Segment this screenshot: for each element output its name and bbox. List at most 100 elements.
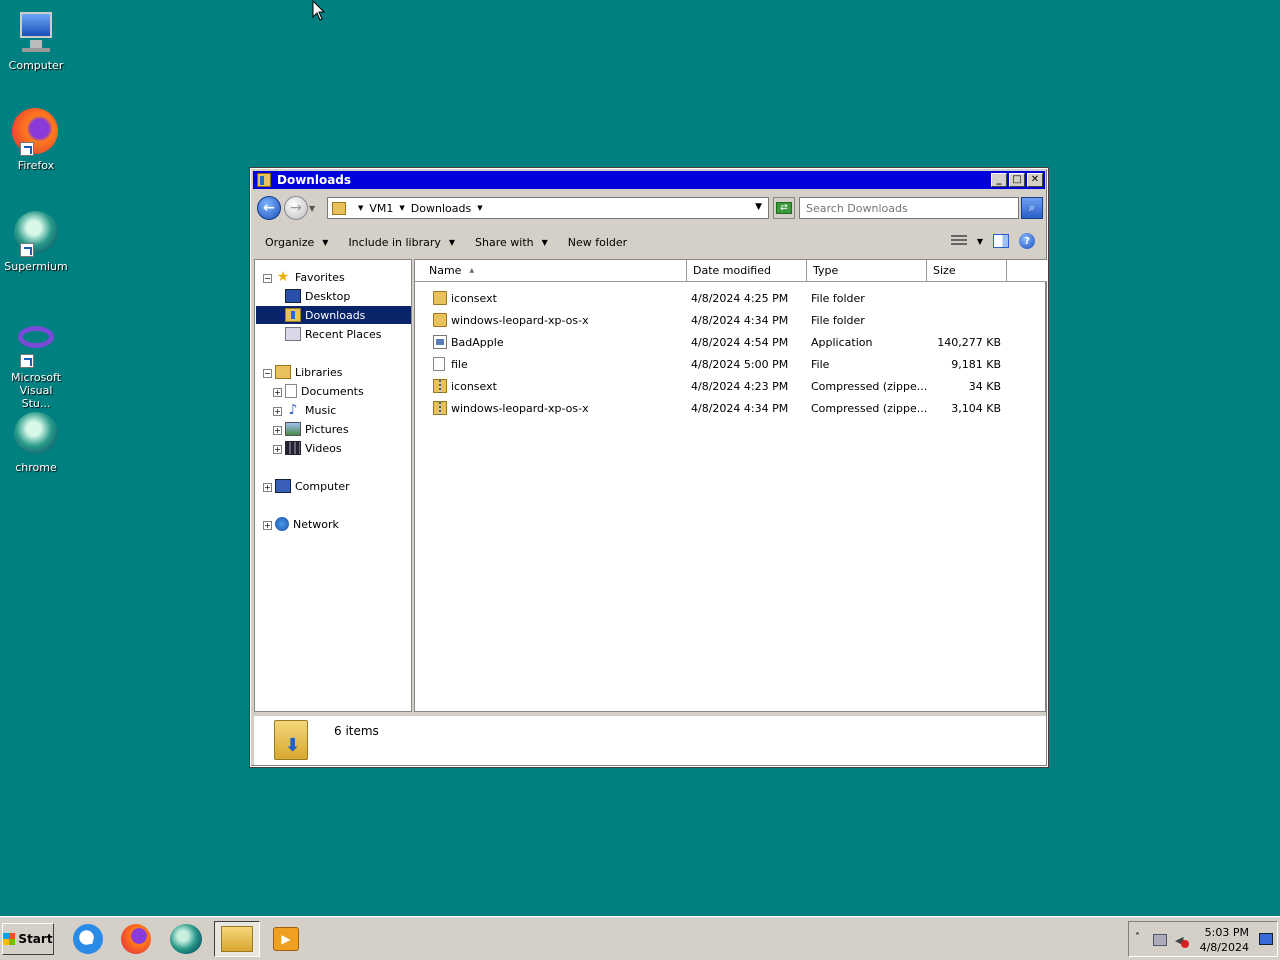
address-bar[interactable]: ▼ VM1 ▼ Downloads ▼ ▼	[327, 197, 769, 219]
taskbar-windows-explorer[interactable]	[214, 921, 260, 957]
maximize-button[interactable]: □	[1009, 173, 1025, 187]
file-type: File folder	[811, 292, 865, 305]
address-history-dropdown-icon[interactable]: ▼	[755, 202, 762, 212]
tree-item-videos[interactable]: Videos	[285, 439, 342, 457]
tree-item-libraries[interactable]: Libraries	[275, 363, 343, 381]
windows-explorer-icon	[221, 926, 253, 952]
tree-item-favorites[interactable]: ★ Favorites	[275, 268, 345, 286]
chevron-down-icon: ▼	[322, 237, 329, 247]
expand-icon[interactable]: +	[263, 483, 272, 492]
desktop-icon-chrome[interactable]: chrome	[4, 410, 68, 474]
help-icon[interactable]: ?	[1019, 233, 1035, 249]
file-type: File	[811, 358, 830, 371]
expand-icon[interactable]: +	[263, 521, 272, 530]
expand-icon[interactable]: +	[273, 445, 282, 454]
desktop-icon-computer[interactable]: Computer	[4, 8, 68, 72]
expand-icon[interactable]: +	[273, 407, 282, 416]
chrome-icon	[12, 410, 60, 458]
chevron-icon[interactable]: ▼	[477, 204, 482, 212]
downloads-folder-icon	[257, 173, 271, 187]
search-button[interactable]: ⌕	[1021, 197, 1043, 219]
table-row[interactable]: windows-leopard-xp-os-x 4/8/2024 4:34 PM…	[415, 310, 1047, 332]
view-options-dropdown-icon[interactable]: ▼	[977, 237, 983, 246]
breadcrumb-downloads[interactable]: Downloads	[411, 202, 471, 215]
breadcrumb-vm1[interactable]: VM1	[369, 202, 393, 215]
tree-item-desktop[interactable]: Desktop	[285, 287, 350, 305]
change-view-icon[interactable]	[950, 235, 967, 247]
show-hidden-icons-icon[interactable]: ˄	[1135, 932, 1140, 943]
window-titlebar[interactable]: Downloads _ □ ✕	[253, 171, 1045, 189]
tree-item-recent-places[interactable]: Recent Places	[285, 325, 382, 343]
file-date: 4/8/2024 5:00 PM	[691, 358, 789, 371]
desktop-icon-label: chrome	[15, 461, 57, 474]
search-input[interactable]	[799, 197, 1019, 219]
refresh-icon: ⇄	[776, 202, 792, 214]
column-header-name[interactable]: Name ▲	[415, 260, 687, 282]
collapse-icon[interactable]: −	[263, 274, 272, 283]
star-icon: ★	[276, 269, 290, 285]
preview-pane-icon[interactable]	[993, 234, 1009, 248]
desktop-icon-firefox[interactable]: Firefox	[4, 108, 68, 172]
column-header-size[interactable]: Size	[927, 260, 1007, 282]
forward-button[interactable]: →	[284, 196, 308, 220]
downloads-folder-icon	[274, 720, 308, 760]
file-date: 4/8/2024 4:25 PM	[691, 292, 789, 305]
tree-item-computer[interactable]: Computer	[275, 477, 350, 495]
tree-item-network[interactable]: Network	[275, 515, 339, 533]
music-icon: ♪	[288, 402, 298, 418]
refresh-button[interactable]: ⇄	[773, 197, 795, 219]
collapse-icon[interactable]: −	[263, 369, 272, 378]
tree-item-label: Pictures	[305, 422, 349, 436]
taskbar-supermium[interactable]	[166, 921, 206, 957]
desktop-icon-visual-studio[interactable]: Microsoft Visual Stu...	[4, 320, 68, 410]
recent-pages-dropdown-icon[interactable]: ▼	[309, 204, 315, 213]
tree-item-label: Videos	[305, 441, 342, 455]
share-with-button[interactable]: Share with ▼	[475, 236, 548, 249]
tree-item-music[interactable]: ♪ Music	[285, 401, 337, 419]
desktop-icon-label: Supermium	[4, 260, 68, 273]
file-icon	[433, 357, 445, 371]
table-row[interactable]: iconsext 4/8/2024 4:23 PM Compressed (zi…	[415, 376, 1047, 398]
minimize-button[interactable]: _	[991, 173, 1007, 187]
chevron-icon[interactable]: ▼	[358, 204, 363, 212]
column-header-label: Type	[813, 264, 839, 277]
taskbar-media-player[interactable]: ▶	[266, 921, 306, 957]
libraries-icon	[275, 365, 291, 379]
start-label: Start	[18, 932, 53, 946]
command-bar: Organize ▼ Include in library ▼ Share with…	[253, 227, 1045, 257]
table-row[interactable]: file 4/8/2024 5:00 PM File 9,181 KB	[415, 354, 1047, 376]
computer-icon	[12, 8, 60, 56]
tree-item-pictures[interactable]: Pictures	[285, 420, 349, 438]
start-button[interactable]: Start	[2, 923, 54, 955]
chevron-icon[interactable]: ▼	[399, 204, 404, 212]
organize-button[interactable]: Organize ▼	[265, 236, 328, 249]
file-type: Compressed (zippe...	[811, 402, 928, 415]
table-row[interactable]: BadApple 4/8/2024 4:54 PM Application 14…	[415, 332, 1047, 354]
clock[interactable]: 5:03 PM 4/8/2024	[1199, 925, 1249, 955]
include-in-library-label: Include in library	[348, 235, 441, 249]
tree-item-documents[interactable]: Documents	[285, 382, 364, 400]
file-date: 4/8/2024 4:34 PM	[691, 314, 789, 327]
column-header-type[interactable]: Type	[807, 260, 927, 282]
downloads-folder-icon	[285, 308, 301, 322]
close-icon: ✕	[1030, 174, 1040, 185]
table-row[interactable]: windows-leopard-xp-os-x 4/8/2024 4:34 PM…	[415, 398, 1047, 420]
expand-icon[interactable]: +	[273, 388, 282, 397]
close-button[interactable]: ✕	[1027, 173, 1043, 187]
maximize-icon: □	[1012, 174, 1022, 185]
taskbar-firefox[interactable]	[116, 921, 156, 957]
show-desktop-icon[interactable]	[1259, 933, 1273, 945]
expand-icon[interactable]: +	[273, 426, 282, 435]
tree-item-label: Favorites	[295, 270, 345, 284]
column-header-filler	[1007, 260, 1047, 282]
tree-item-downloads[interactable]: Downloads	[256, 306, 411, 324]
new-folder-button[interactable]: New folder	[568, 236, 627, 249]
network-status-icon[interactable]	[1153, 934, 1167, 946]
column-header-date-modified[interactable]: Date modified	[687, 260, 807, 282]
pictures-icon	[285, 422, 301, 436]
desktop-icon-supermium[interactable]: Supermium	[4, 209, 68, 273]
back-button[interactable]: ←	[257, 196, 281, 220]
taskbar-internet-explorer[interactable]: e	[68, 921, 108, 957]
include-in-library-button[interactable]: Include in library ▼	[348, 236, 455, 249]
table-row[interactable]: iconsext 4/8/2024 4:25 PM File folder	[415, 288, 1047, 310]
